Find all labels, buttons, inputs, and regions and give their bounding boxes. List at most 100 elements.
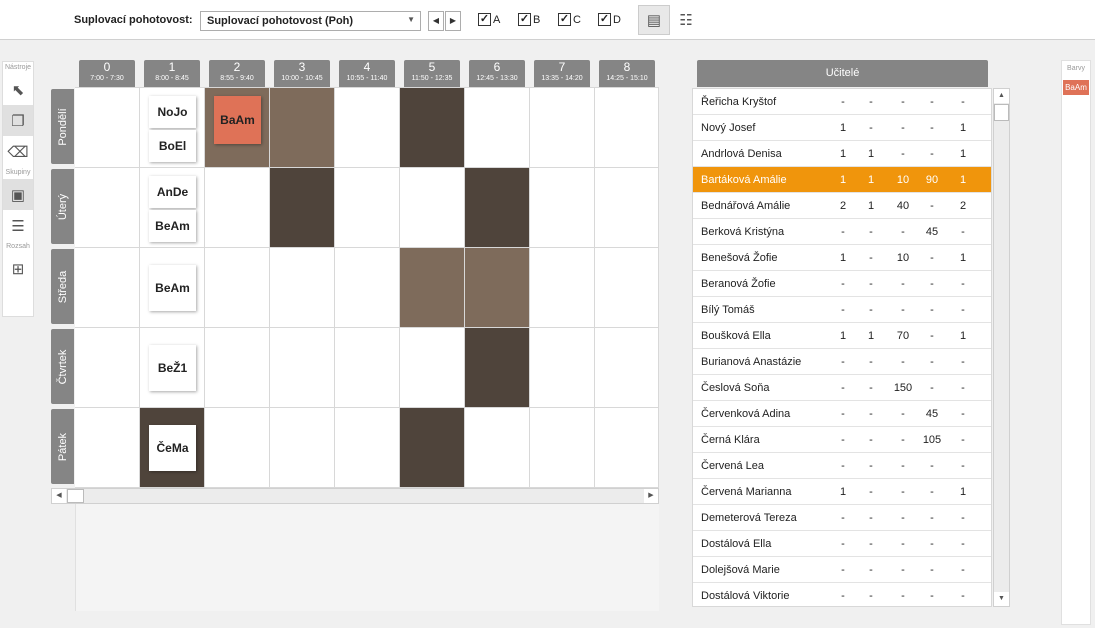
grid-cell[interactable] — [75, 408, 140, 488]
grid-cell[interactable] — [400, 248, 465, 328]
teacher-row[interactable]: Červená Marianna 1 - - - 1 — [693, 479, 991, 505]
grid-cell[interactable] — [335, 328, 400, 408]
scroll-left-button[interactable]: ◀ — [52, 489, 66, 503]
teacher-card[interactable]: BeAm — [149, 265, 196, 311]
day-header-3[interactable]: Čtvrtek — [51, 329, 74, 404]
teacher-row[interactable]: Dolejšová Marie - - - - - — [693, 557, 991, 583]
grid-cell[interactable] — [595, 88, 659, 168]
prev-button[interactable]: ◀ — [428, 11, 444, 31]
teacher-row[interactable]: Bartáková Amálie 1 1 10 90 1 — [693, 167, 991, 193]
teacher-card[interactable]: NoJo — [149, 96, 196, 128]
grid-cell[interactable] — [595, 168, 659, 248]
period-header-1[interactable]: 1 8:00 - 8:45 — [144, 60, 200, 87]
checkbox-a[interactable]: ✓ A — [478, 13, 500, 29]
day-header-4[interactable]: Pátek — [51, 409, 74, 484]
pointer-tool[interactable]: ⬉ — [3, 74, 33, 105]
teacher-row[interactable]: Benešová Žofie 1 - 10 - 1 — [693, 245, 991, 271]
teacher-row[interactable]: Červená Lea - - - - - — [693, 453, 991, 479]
period-header-3[interactable]: 3 10:00 - 10:45 — [274, 60, 330, 87]
day-header-0[interactable]: Pondělí — [51, 89, 74, 164]
checkbox-b[interactable]: ✓ B — [518, 13, 540, 29]
teacher-row[interactable]: Černá Klára - - - 105 - — [693, 427, 991, 453]
grid-cell[interactable] — [335, 168, 400, 248]
grid-cell[interactable] — [270, 88, 335, 168]
period-header-8[interactable]: 8 14:25 - 15:10 — [599, 60, 655, 87]
scroll-thumb[interactable] — [994, 104, 1009, 121]
grid-cell[interactable] — [205, 328, 270, 408]
teacher-row[interactable]: Červenková Adina - - - 45 - — [693, 401, 991, 427]
day-header-1[interactable]: Úterý — [51, 169, 74, 244]
teacher-row[interactable]: Řeřicha Kryštof - - - - - — [693, 89, 991, 115]
scroll-thumb[interactable] — [67, 489, 84, 503]
teacher-row[interactable]: Bílý Tomáš - - - - - — [693, 297, 991, 323]
standby-select[interactable]: Suplovací pohotovost (Poh) ▼ — [200, 11, 421, 31]
grid-cell[interactable] — [400, 168, 465, 248]
grid-cell[interactable] — [530, 248, 595, 328]
select-tool[interactable]: ❐ — [3, 105, 33, 136]
grid-cell[interactable] — [400, 408, 465, 488]
grid-cell[interactable] — [400, 328, 465, 408]
group-stack-tool[interactable]: ☰ — [3, 210, 33, 241]
grid-cell[interactable] — [465, 168, 530, 248]
teacher-row[interactable]: Nový Josef 1 - - - 1 — [693, 115, 991, 141]
vertical-scrollbar[interactable]: ▲ ▼ — [993, 88, 1010, 607]
scroll-up-button[interactable]: ▲ — [994, 89, 1009, 103]
grid-cell[interactable] — [465, 88, 530, 168]
grid-cell[interactable] — [205, 168, 270, 248]
grid-cell[interactable] — [75, 328, 140, 408]
grid-cell[interactable] — [530, 88, 595, 168]
grid-cell[interactable] — [335, 408, 400, 488]
teacher-row[interactable]: Dostálová Ella - - - - - — [693, 531, 991, 557]
grid-cell[interactable] — [465, 248, 530, 328]
teacher-card[interactable]: AnDe — [149, 176, 196, 208]
teacher-row[interactable]: Česlová Soňa - - 150 - - — [693, 375, 991, 401]
teacher-card[interactable]: BoEl — [149, 130, 196, 162]
teacher-card[interactable]: BeAm — [149, 210, 196, 242]
grid-cell[interactable] — [270, 168, 335, 248]
period-header-0[interactable]: 0 7:00 - 7:30 — [79, 60, 135, 87]
period-header-5[interactable]: 5 11:50 - 12:35 — [404, 60, 460, 87]
color-chip[interactable]: BaAm — [1063, 80, 1089, 95]
grid-cell[interactable] — [595, 408, 659, 488]
teacher-row[interactable]: Demeterová Tereza - - - - - — [693, 505, 991, 531]
teacher-row[interactable]: Bednářová Amálie 2 1 40 - 2 — [693, 193, 991, 219]
grid-cell[interactable] — [205, 248, 270, 328]
grid-cell[interactable] — [75, 168, 140, 248]
teacher-row[interactable]: Berková Kristýna - - - 45 - — [693, 219, 991, 245]
grid-cell[interactable] — [335, 88, 400, 168]
teacher-row[interactable]: Burianová Anastázie - - - - - — [693, 349, 991, 375]
next-button[interactable]: ▶ — [445, 11, 461, 31]
grid-cell[interactable] — [335, 248, 400, 328]
grid-cell[interactable] — [465, 328, 530, 408]
grid-cell[interactable] — [530, 408, 595, 488]
grid-cell[interactable] — [595, 248, 659, 328]
range-tool[interactable]: ⊞ — [3, 253, 33, 284]
view-list-button[interactable]: ▤ — [638, 5, 670, 35]
view-grid-button[interactable]: ☷ — [670, 5, 702, 35]
eraser-tool[interactable]: ⌫ — [3, 136, 33, 167]
teacher-row[interactable]: Boušková Ella 1 1 70 - 1 — [693, 323, 991, 349]
teacher-card[interactable]: ČeMa — [149, 425, 196, 471]
grid-cell[interactable] — [270, 408, 335, 488]
period-header-4[interactable]: 4 10:55 - 11:40 — [339, 60, 395, 87]
grid-cell[interactable] — [595, 328, 659, 408]
teacher-card[interactable]: BaAm — [214, 96, 261, 144]
grid-cell[interactable] — [530, 168, 595, 248]
group-select-tool[interactable]: ▣ — [3, 179, 33, 210]
teacher-card[interactable]: BeŽ1 — [149, 345, 196, 391]
period-header-7[interactable]: 7 13:35 - 14:20 — [534, 60, 590, 87]
checkbox-d[interactable]: ✓ D — [598, 13, 621, 29]
grid-cell[interactable] — [465, 408, 530, 488]
checkbox-c[interactable]: ✓ C — [558, 13, 581, 29]
grid-cell[interactable] — [75, 88, 140, 168]
grid-cell[interactable] — [270, 328, 335, 408]
day-header-2[interactable]: Středa — [51, 249, 74, 324]
period-header-2[interactable]: 2 8:55 - 9:40 — [209, 60, 265, 87]
horizontal-scrollbar[interactable]: ◀ ▶ — [51, 488, 659, 504]
grid-cell[interactable] — [205, 408, 270, 488]
scroll-right-button[interactable]: ▶ — [644, 489, 658, 503]
grid-cell[interactable] — [270, 248, 335, 328]
grid-cell[interactable] — [530, 328, 595, 408]
scroll-down-button[interactable]: ▼ — [994, 592, 1009, 606]
grid-cell[interactable] — [75, 248, 140, 328]
